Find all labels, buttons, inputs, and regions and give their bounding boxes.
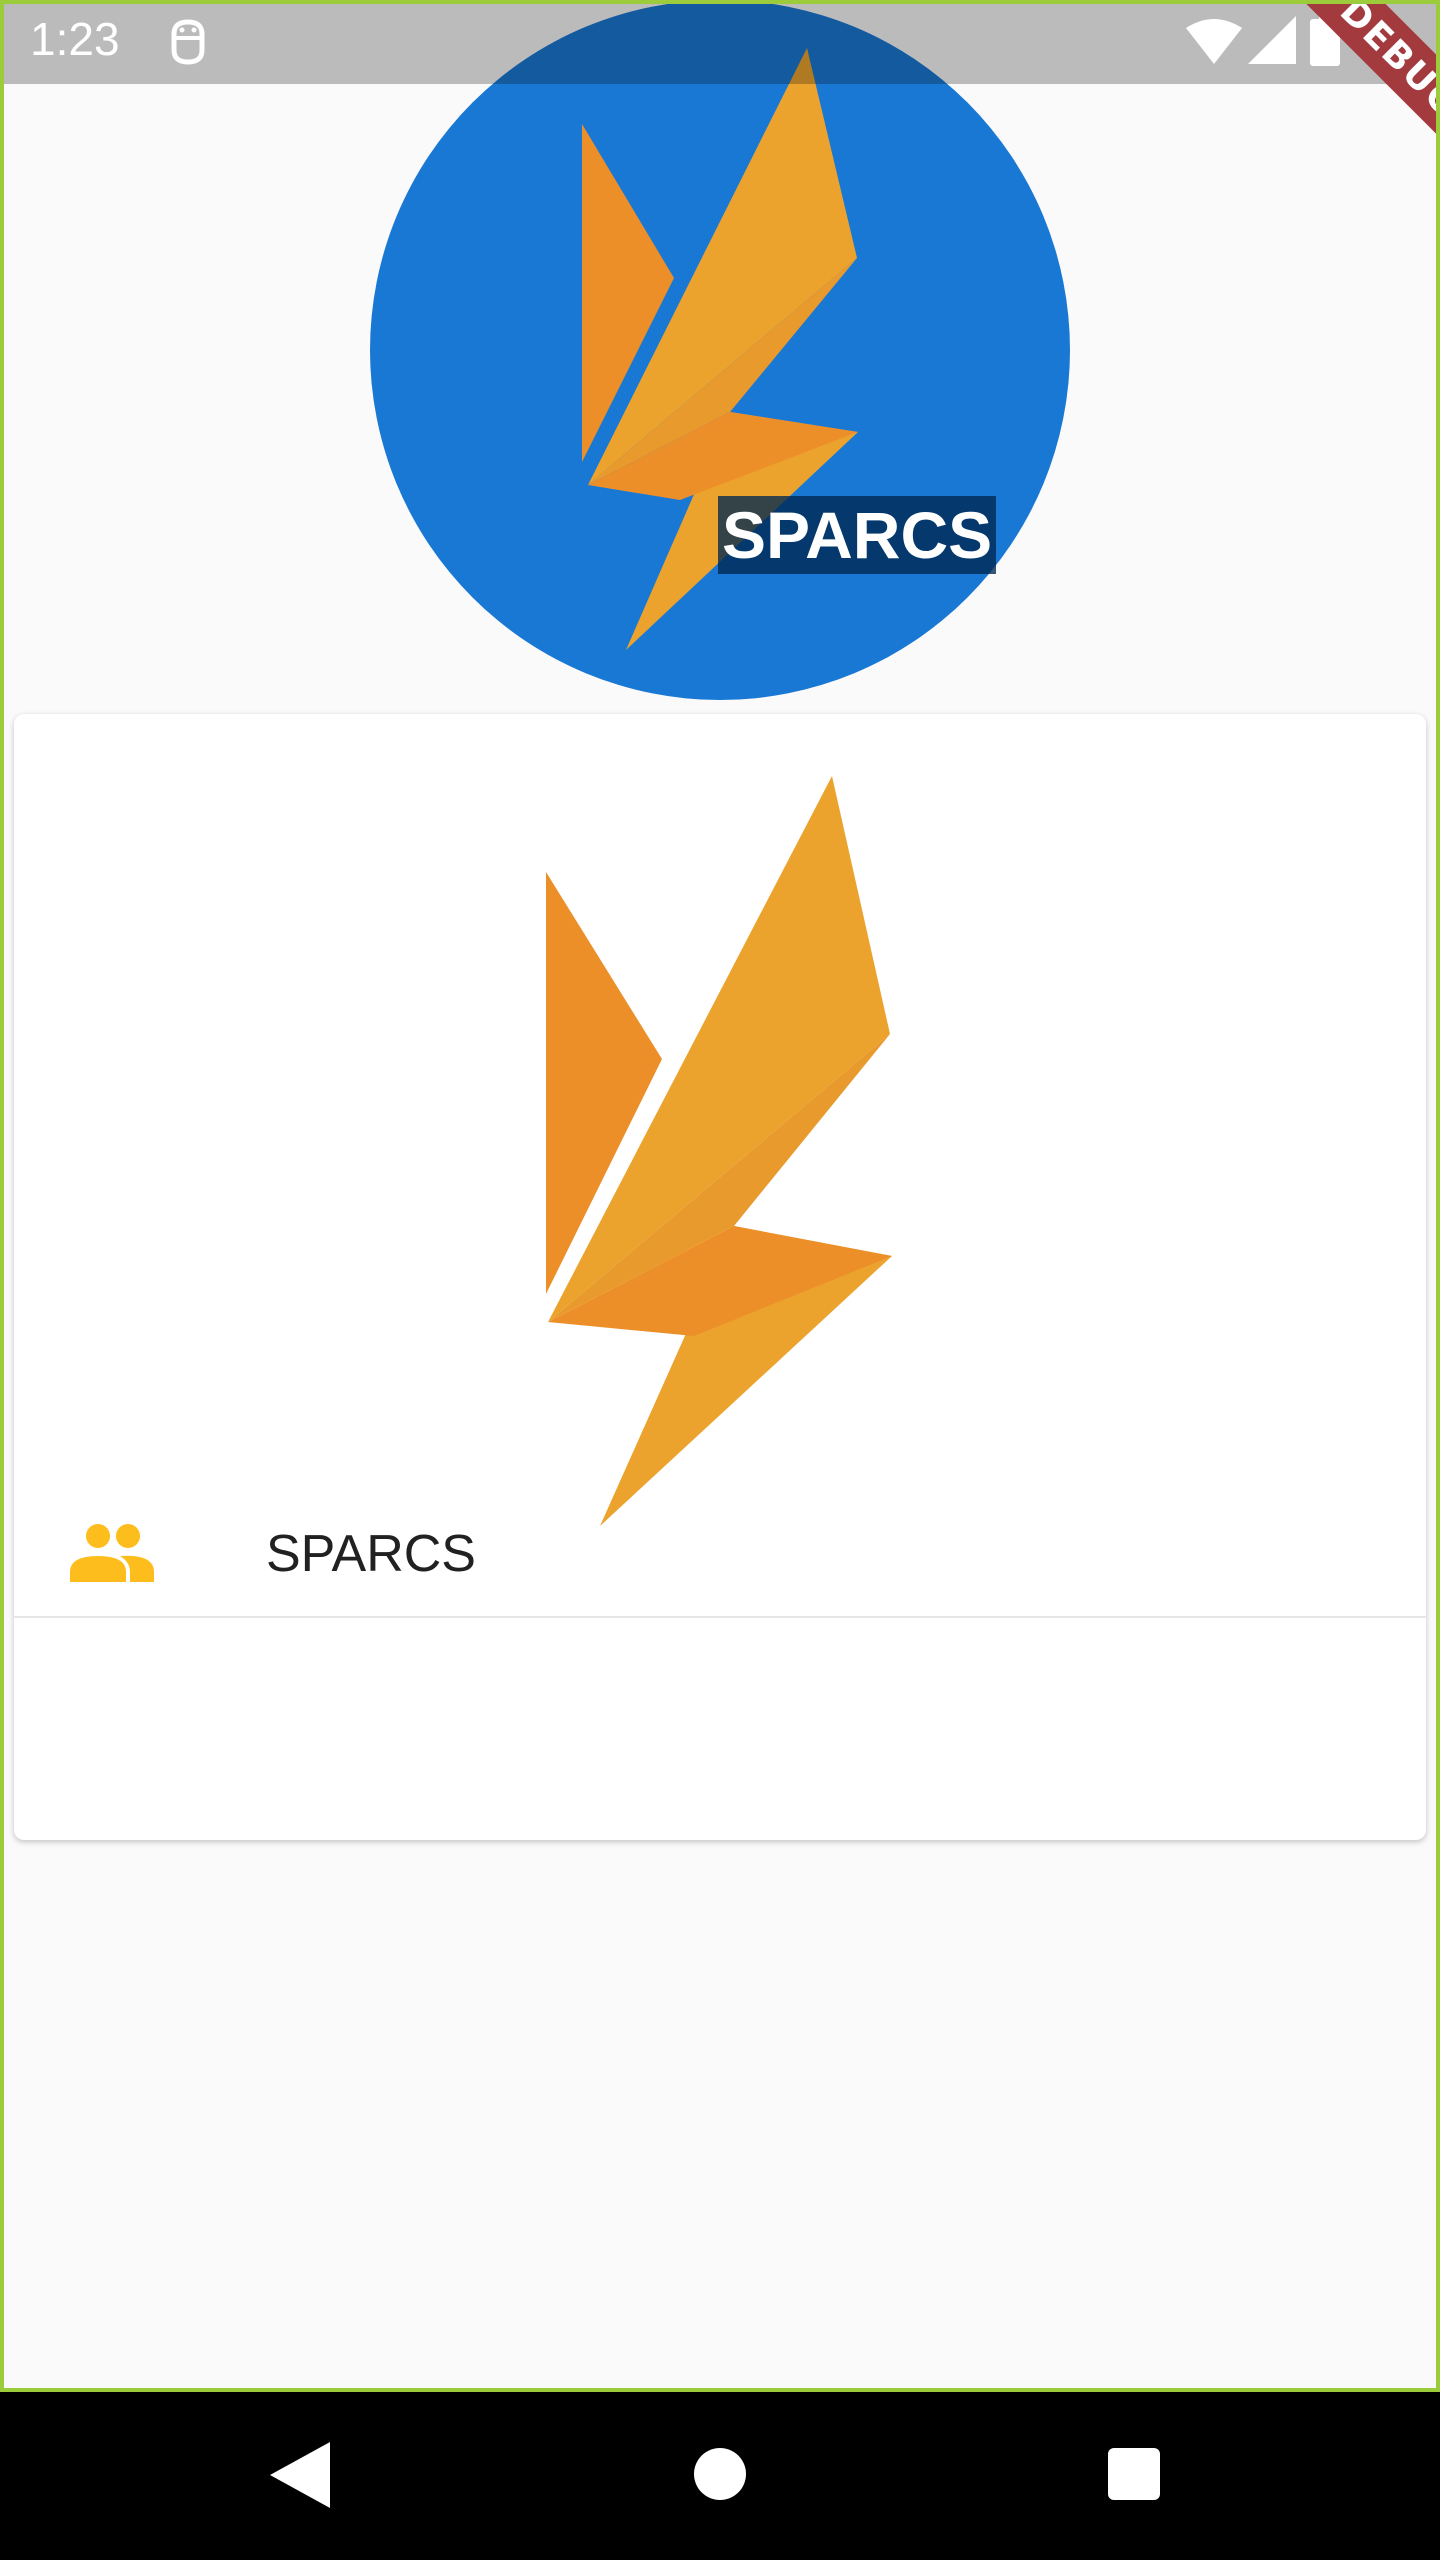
navigation-bar [0,2392,1440,2560]
wifi-icon [1186,19,1242,64]
app-screen: 1:23 DEBUG SPARCS SPARCS [0,0,1440,2560]
back-icon[interactable] [270,2442,330,2508]
group-card[interactable]: SPARCS [14,714,1426,1840]
sparcs-logo-image [546,776,892,1526]
status-bar: 1:23 [0,0,1440,84]
tile-title: SPARCS [266,1525,476,1583]
status-time: 1:23 [30,13,120,65]
avatar-label: SPARCS [718,496,997,574]
list-tile[interactable] [14,1618,1426,1840]
group-icon [70,1524,154,1582]
avatar[interactable] [370,0,1070,700]
notification-icon [171,19,205,65]
signal-icon [1248,16,1296,64]
sparcs-logo-icon [582,48,858,650]
recents-icon[interactable] [1108,2448,1160,2500]
home-icon[interactable] [694,2448,746,2500]
